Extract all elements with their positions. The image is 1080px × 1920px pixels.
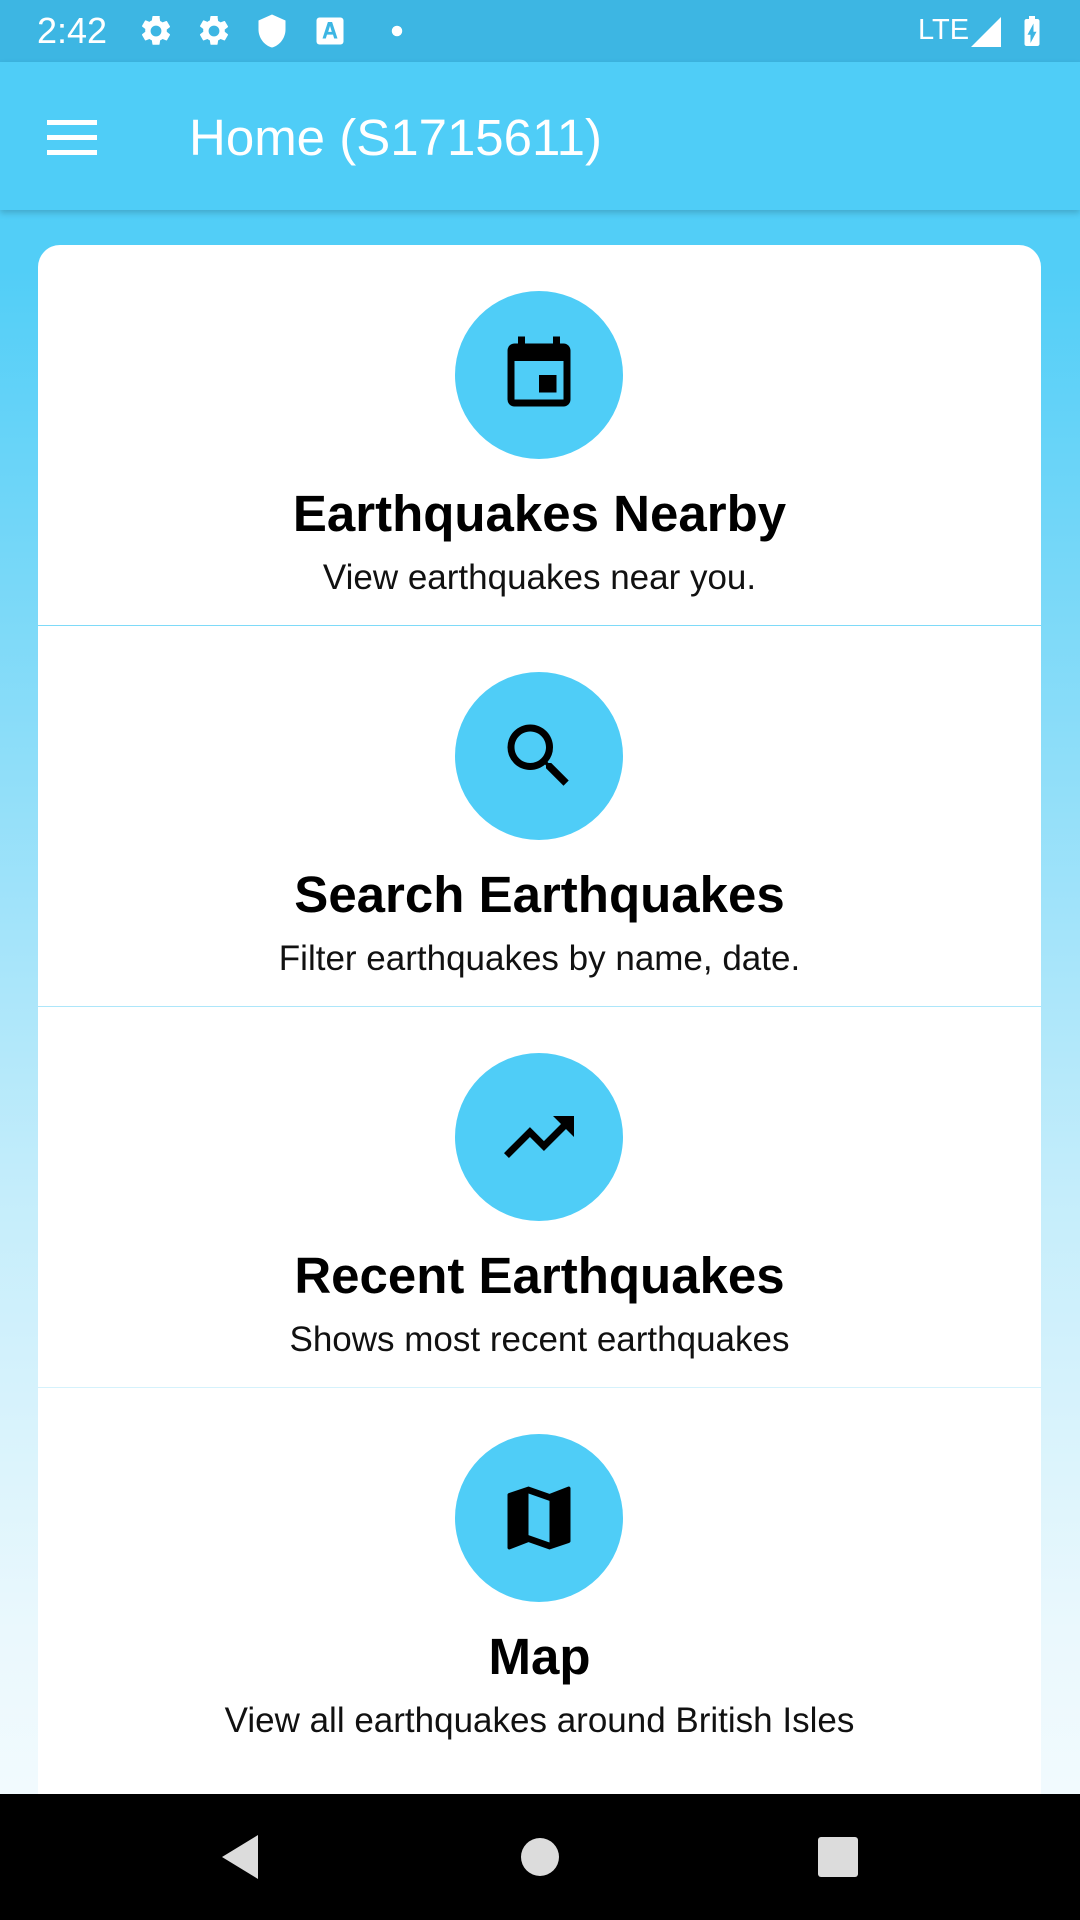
- app-bar: Home (S1715611): [0, 62, 1080, 210]
- search-icon: [507, 724, 569, 786]
- card-earthquakes-nearby[interactable]: Earthquakes Nearby View earthquakes near…: [38, 245, 1041, 625]
- hamburger-menu-icon[interactable]: [36, 102, 108, 174]
- trending-up-icon: [504, 1116, 574, 1158]
- back-icon[interactable]: [210, 1827, 270, 1887]
- card-description: View all earthquakes around British Isle…: [224, 1701, 855, 1740]
- battery-charging-icon: [1024, 16, 1040, 46]
- card-description: Shows most recent earthquakes: [289, 1320, 790, 1359]
- card-icon-badge: [455, 291, 623, 459]
- home-icon[interactable]: [510, 1827, 570, 1887]
- card-map[interactable]: Map View all earthquakes around British …: [38, 1388, 1041, 1794]
- card-description: View earthquakes near you.: [322, 558, 757, 597]
- shield-icon: [258, 14, 286, 48]
- card-search-earthquakes[interactable]: Search Earthquakes Filter earthquakes by…: [38, 626, 1041, 1006]
- calendar-icon: [507, 336, 571, 407]
- page-title: Home (S1715611): [189, 109, 602, 166]
- card-title: Earthquakes Nearby: [292, 485, 787, 542]
- recents-icon[interactable]: [808, 1827, 868, 1887]
- status-bar: 2:42 LTE: [0, 0, 1080, 62]
- card-title: Search Earthquakes: [294, 866, 785, 923]
- map-icon: [507, 1486, 571, 1550]
- card-icon-badge: [455, 1053, 623, 1221]
- system-nav-bar: [0, 1794, 1080, 1920]
- settings-icon: [141, 15, 171, 45]
- card-title: Recent Earthquakes: [294, 1247, 785, 1304]
- card-icon-badge: [455, 672, 623, 840]
- card-recent-earthquakes[interactable]: Recent Earthquakes Shows most recent ear…: [38, 1007, 1041, 1387]
- text-a-icon: [316, 17, 344, 45]
- card-title: Map: [488, 1628, 591, 1685]
- dot-icon: [391, 25, 403, 37]
- settings-icon: [199, 15, 229, 45]
- status-time: 2:42: [37, 10, 108, 51]
- network-type: LTE: [918, 14, 970, 46]
- card-icon-badge: [455, 1434, 623, 1602]
- card-description: Filter earthquakes by name, date.: [278, 939, 801, 978]
- signal-icon: [971, 17, 1001, 47]
